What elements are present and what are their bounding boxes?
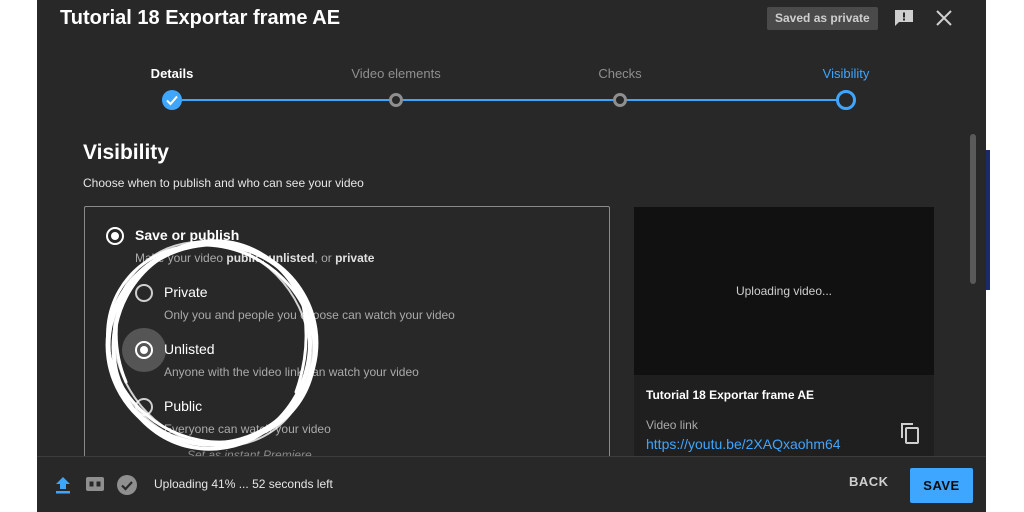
checkmark-icon <box>166 95 178 106</box>
save-or-publish-desc: Make your video public, unlisted, or pri… <box>135 251 375 265</box>
visibility-subtitle: Choose when to publish and who can see y… <box>83 176 364 190</box>
step-video-elements[interactable]: Video elements <box>351 66 440 81</box>
private-desc: Only you and people you choose can watch… <box>164 308 455 322</box>
preview-video-title: Tutorial 18 Exportar frame AE <box>646 388 815 402</box>
public-radio[interactable] <box>135 398 153 416</box>
upload-stepper: Details Video elements Checks Visibility <box>37 60 986 120</box>
save-or-publish-label: Save or publish <box>135 227 240 243</box>
step-visibility-dot <box>836 90 856 110</box>
upload-dialog: Tutorial 18 Exportar frame AE Saved as p… <box>37 0 986 512</box>
background-page-edge <box>986 0 1024 512</box>
video-link-url[interactable]: https://youtu.be/2XAQxaohm64 <box>646 436 841 452</box>
public-desc: Everyone can watch your video <box>164 422 331 436</box>
close-icon[interactable] <box>935 9 953 27</box>
video-preview-card: Uploading video... Tutorial 18 Exportar … <box>634 207 934 459</box>
checks-icon[interactable] <box>116 474 138 496</box>
dialog-header: Tutorial 18 Exportar frame AE Saved as p… <box>37 0 986 38</box>
dialog-footer: Uploading 41% ... 52 seconds left BACK S… <box>37 456 986 512</box>
step-video-elements-dot <box>389 93 403 107</box>
copy-icon[interactable] <box>899 421 921 445</box>
stepper-progress-line <box>182 99 838 101</box>
step-visibility[interactable]: Visibility <box>823 66 870 81</box>
upload-icon[interactable] <box>54 475 72 495</box>
step-details[interactable]: Details <box>151 66 194 81</box>
private-label: Private <box>164 284 208 300</box>
back-button[interactable]: BACK <box>849 474 889 489</box>
feedback-icon[interactable] <box>894 9 914 27</box>
hd-processing-icon[interactable] <box>85 476 105 492</box>
unlisted-radio[interactable] <box>135 341 153 359</box>
video-preview-area: Uploading video... <box>634 207 934 375</box>
private-radio[interactable] <box>135 284 153 302</box>
video-link-label: Video link <box>646 418 698 432</box>
upload-status-text: Uploading 41% ... 52 seconds left <box>154 477 333 491</box>
step-checks-dot <box>613 93 627 107</box>
unlisted-label: Unlisted <box>164 341 215 357</box>
unlisted-desc: Anyone with the video link can watch you… <box>164 365 419 379</box>
visibility-heading: Visibility <box>83 141 169 164</box>
save-or-publish-radio[interactable] <box>106 227 124 245</box>
saved-status-badge: Saved as private <box>767 7 878 30</box>
step-details-dot <box>162 90 182 110</box>
preview-status: Uploading video... <box>735 284 833 298</box>
public-label: Public <box>164 398 203 414</box>
background-accent <box>986 150 990 290</box>
visibility-options-box: Save or publish Make your video public, … <box>84 206 610 466</box>
dialog-title: Tutorial 18 Exportar frame AE <box>60 7 341 29</box>
scrollbar-thumb[interactable] <box>970 134 976 284</box>
save-button[interactable]: SAVE <box>910 468 973 503</box>
step-checks[interactable]: Checks <box>598 66 641 81</box>
